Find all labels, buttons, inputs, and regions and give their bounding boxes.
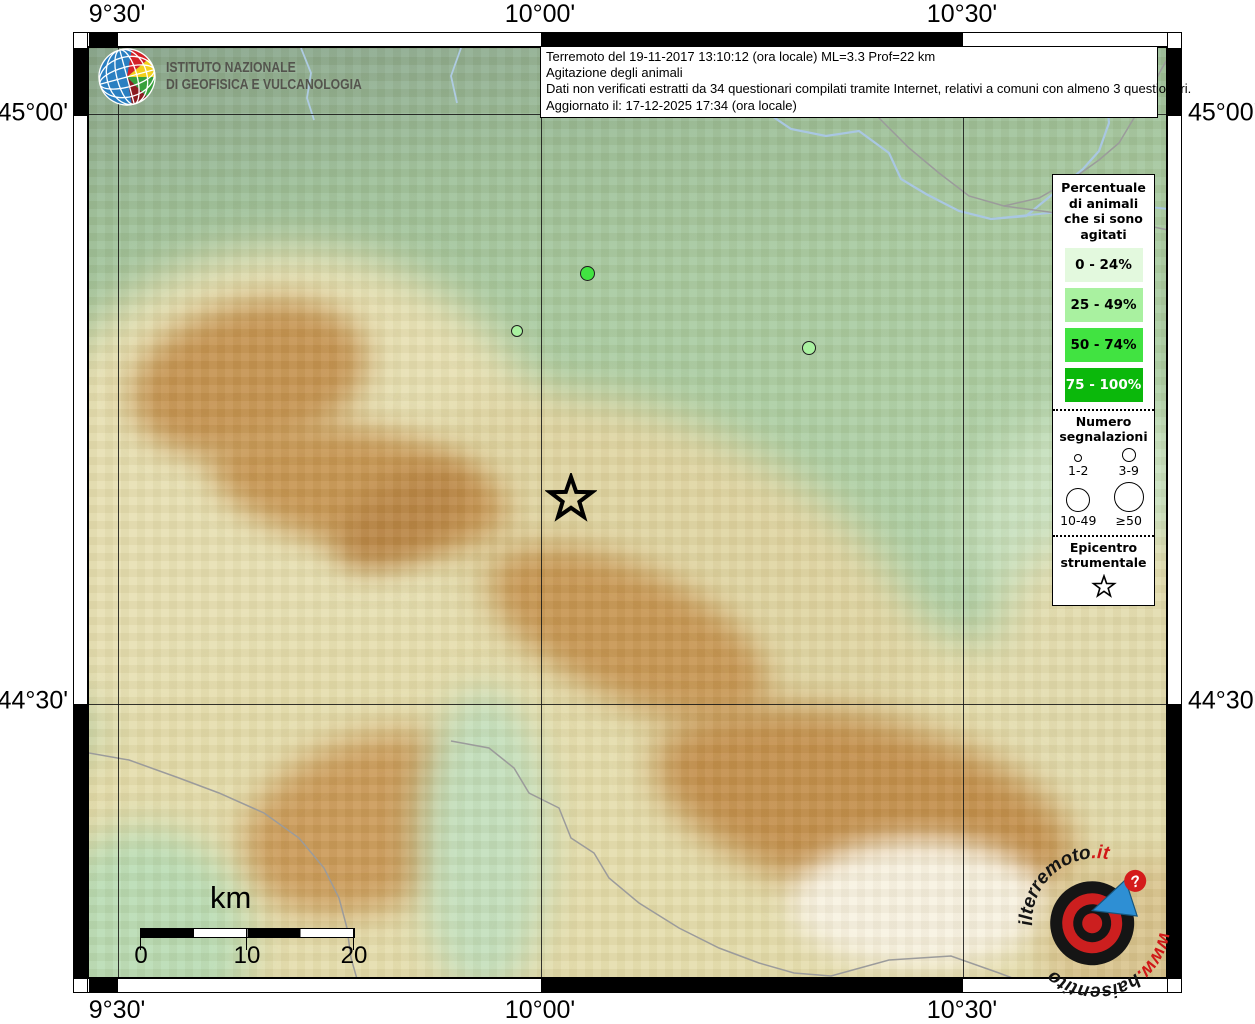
legend-swatch-0-24: 0 - 24%: [1064, 248, 1143, 282]
signal-size-icon-50plus: [1113, 482, 1144, 512]
report-dot: [802, 341, 816, 355]
info-line-event: Terremoto del 19-11-2017 13:10:12 (ora l…: [546, 49, 936, 64]
signal-size-icon-1-2: [1074, 454, 1083, 462]
ingv-name-line2: DI GEOFISICA E VULCANOLOGIA: [166, 77, 362, 93]
signal-size-label: 10-49: [1060, 513, 1097, 528]
scale-bar-tick-0: 0: [134, 942, 148, 969]
legend-title: Percentuale di animali che si sono agita…: [1061, 180, 1146, 242]
axis-label-top-2: 10°00': [504, 0, 576, 28]
info-line-updated: Aggiornato il: 17-12-2025 17:34 (ora loc…: [546, 97, 797, 113]
map-page: { "axis": { "top": ["9°30'", "10°00'", "…: [0, 0, 1255, 1024]
axis-label-bottom-3: 10°30': [926, 996, 998, 1024]
report-dot: [579, 265, 595, 281]
legend-swatch-25-49: 25 - 49%: [1064, 288, 1143, 322]
legend-separator: [1053, 535, 1154, 537]
rivers-and-boundaries: [89, 48, 1166, 977]
scale-bar-tick-10: 10: [233, 942, 261, 969]
gridline-9-30: [118, 48, 119, 977]
axis-label-left-2: 44°30': [0, 686, 68, 715]
info-line-source: Dati non verificati estratti da 34 quest…: [546, 81, 1192, 97]
legend-box: Percentuale di animali che si sono agita…: [1052, 174, 1155, 606]
axis-label-right-2: 44°30': [1188, 686, 1255, 715]
signal-size-icon-3-9: [1121, 448, 1136, 462]
axis-label-bottom-1: 9°30': [88, 996, 146, 1024]
signal-size-label: 1-2: [1068, 463, 1089, 478]
haisentitoilterremoto-logo: ilterremoto.it www.haisentito ?: [1016, 842, 1176, 1002]
scale-bar-tick-20: 20: [340, 942, 368, 969]
map-canvas: [88, 47, 1167, 978]
boundary-bottom-center: [450, 740, 1012, 977]
epicenter-legend-star-icon: [1090, 573, 1117, 598]
gridline-10-30: [963, 48, 964, 977]
frame-band-left: [73, 32, 88, 993]
report-dot: [511, 325, 523, 337]
frame-band-top: [73, 32, 1182, 47]
earthquake-info-box: Terremoto del 19-11-2017 13:10:12 (ora l…: [540, 46, 1192, 118]
legend-swatch-75-100: 75 - 100%: [1064, 368, 1143, 402]
legend-swatch-50-74: 50 - 74%: [1064, 328, 1143, 362]
signal-size-label: 3-9: [1118, 463, 1139, 478]
signal-size-icon-10-49: [1066, 488, 1091, 512]
axis-label-top-1: 9°30': [88, 0, 146, 28]
scale-bar-segments: [140, 928, 355, 938]
legend-separator: [1053, 409, 1154, 411]
axis-label-right-1: 45°00': [1188, 98, 1255, 127]
ingv-name-line1: ISTITUTO NAZIONALE: [166, 60, 296, 76]
info-line-topic: Agitazione degli animali: [546, 65, 683, 81]
epicenter-star-icon: [545, 473, 597, 522]
axis-label-top-3: 10°30': [926, 0, 998, 28]
axis-label-bottom-2: 10°00': [504, 996, 576, 1024]
river-small-2: [450, 48, 462, 104]
boundary-bottom-left: [89, 752, 358, 977]
gridline-44-30: [89, 704, 1166, 705]
gridline-10-00: [541, 48, 542, 977]
axis-label-left-1: 45°00': [0, 98, 68, 127]
ingv-logo: ISTITUTO NAZIONALE DI GEOFISICA E VULCAN…: [96, 46, 399, 108]
ingv-globe-icon: [98, 48, 156, 106]
signal-size-label: ≥50: [1115, 513, 1142, 528]
scale-bar-unit: km: [210, 880, 252, 915]
legend-signals-title: Numero segnalazioni: [1059, 414, 1148, 444]
legend-epicenter-title: Epicentro strumentale: [1060, 540, 1147, 570]
